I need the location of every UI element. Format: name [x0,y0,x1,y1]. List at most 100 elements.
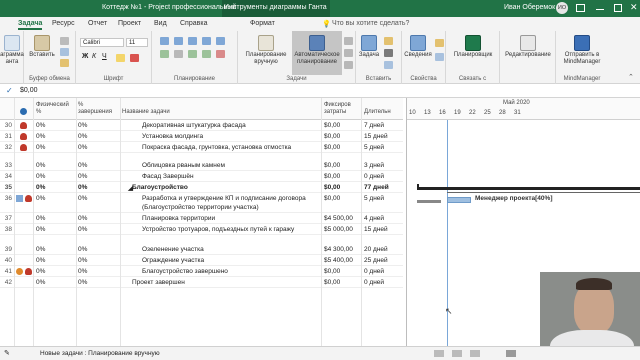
table-row[interactable]: 39 0% 0% Озеленение участка $4 300,00 20 дней [0,244,403,255]
table-row[interactable]: 38 0% 0% Устройство тротуаров, подъездных п… [0,224,403,235]
task-name-cell[interactable]: Озеленение участка [142,246,204,253]
duration-cell[interactable]: 0 дней [364,268,384,275]
table-row[interactable]: 36 0% 0% Разработка и утверждение КП и подп… [0,193,403,213]
task-name-cell[interactable]: Ограждение участка [142,257,204,264]
status-mode[interactable]: Новые задачи : Планирование вручную [40,350,160,357]
physical-complete-cell[interactable]: 0% [36,122,45,129]
task-insert-button[interactable]: Задача [358,35,380,59]
font-name-select[interactable]: Calibri [80,38,124,47]
info-button[interactable]: Сведения [404,35,432,59]
duration-cell[interactable]: 3 дней [364,162,384,169]
task-name-cell[interactable]: Благоустройство завершено [142,268,228,275]
tab-project[interactable]: Проект [118,20,141,27]
fixed-cost-cell[interactable]: $0,00 [324,162,340,169]
row-number[interactable]: 34 [0,173,12,180]
maximize-icon[interactable] [614,4,622,12]
row-number[interactable]: 41 [0,268,12,275]
col-name[interactable]: Название задачи [122,109,170,116]
check-icon[interactable]: ✓ [6,86,13,95]
auto-schedule-button[interactable]: Автоматическое планирование [292,31,342,75]
avatar[interactable]: ИО [556,2,568,14]
physical-complete-cell[interactable]: 0% [36,279,45,286]
fixed-cost-cell[interactable]: $0,00 [324,279,340,286]
fixed-cost-cell[interactable]: $4 300,00 [324,246,353,253]
duration-cell[interactable]: 15 дней [364,226,388,233]
percent-complete-cell[interactable]: 0% [78,162,87,169]
task-name-cell[interactable]: Устройство тротуаров, подъездных путей к… [142,226,294,233]
table-row[interactable]: 40 0% 0% Ограждение участка $5 400,00 25 дней [0,255,403,266]
table-row[interactable]: 41 0% 0% Благоустройство завершено $0,00 0 дн… [0,266,403,277]
previous-task-bar[interactable] [417,200,441,203]
physical-complete-cell[interactable]: 0% [36,144,45,151]
task-name-cell[interactable]: Проект завершен [132,279,185,286]
entry-value[interactable]: $0,00 [20,87,38,94]
view-gantt-icon[interactable] [434,350,444,357]
tab-resource[interactable]: Ресурс [52,20,75,27]
duration-cell[interactable]: 77 дней [364,184,389,191]
italic-icon[interactable]: К [92,53,96,60]
task-name-cell[interactable]: Установка молдинга [142,133,203,140]
physical-complete-cell[interactable]: 0% [36,226,45,233]
highlight-icon[interactable] [116,54,125,62]
percent-25-icon[interactable] [174,37,183,45]
table-row[interactable]: 30 0% 0% Декоративная штукатурка фасада $0,0… [0,120,403,131]
task-name-cell[interactable]: Декоративная штукатурка фасада [142,122,246,129]
row-number[interactable]: 31 [0,133,12,140]
row-number[interactable]: 37 [0,215,12,222]
task-bar-36[interactable] [447,197,471,203]
physical-complete-cell[interactable]: 0% [36,195,45,202]
timeline-icon[interactable] [435,53,444,61]
duration-cell[interactable]: 25 дней [364,257,388,264]
row-number[interactable]: 30 [0,122,12,129]
move-icon[interactable] [344,49,353,57]
copy-icon[interactable] [60,48,69,56]
fixed-cost-cell[interactable]: $0,00 [324,144,340,151]
percent-complete-cell[interactable]: 0% [78,184,87,191]
row-number[interactable]: 36 [0,195,12,202]
fixed-cost-cell[interactable]: $0,00 [324,173,340,180]
summary-icon[interactable] [384,37,393,45]
fixed-cost-cell[interactable]: $4 500,00 [324,215,353,222]
send-mindmanager-button[interactable]: Отправить в MindManager [558,35,606,66]
inactivate-icon[interactable] [216,50,225,58]
tell-me-box[interactable]: Что вы хотите сделать? [332,20,409,27]
view-reports-icon[interactable] [506,350,516,357]
font-color-icon[interactable] [130,54,139,62]
duration-cell[interactable]: 15 дней [364,133,388,140]
table-row[interactable]: 32 0% 0% Покраска фасада, грунтовка, устано… [0,142,403,153]
percent-100-icon[interactable] [216,37,225,45]
task-name-cell[interactable]: Благоустройство [132,184,188,191]
minimize-icon[interactable] [596,9,604,10]
fixed-cost-cell[interactable]: $0,00 [324,184,340,191]
fixed-cost-cell[interactable]: $5 000,00 [324,226,353,233]
fixed-cost-cell[interactable]: $0,00 [324,268,340,275]
table-row[interactable]: 35 0% 0% ◢ Благоустройство $0,00 77 дней [0,182,403,193]
table-row[interactable]: 31 0% 0% Установка молдинга $0,00 15 дней [0,131,403,142]
task-name-cell[interactable]: Облицовка рваным камнем [142,162,225,169]
percent-complete-cell[interactable]: 0% [78,246,87,253]
percent-complete-cell[interactable]: 0% [78,215,87,222]
row-number[interactable]: 32 [0,144,12,151]
summary-bar[interactable] [417,187,640,190]
row-number[interactable]: 35 [0,184,12,191]
format-painter-icon[interactable] [60,59,69,67]
tab-format[interactable]: Формат [250,20,275,27]
duration-cell[interactable]: 20 дней [364,246,388,253]
ribbon-display-icon[interactable] [576,4,585,12]
font-size-select[interactable]: 11 [126,38,148,47]
col-fixed-costs[interactable]: Фиксиров затраты [324,102,351,116]
row-number[interactable]: 42 [0,279,12,286]
tab-help[interactable]: Справка [180,20,207,27]
physical-complete-cell[interactable]: 0% [36,246,45,253]
task-name-cell[interactable]: Планировка территории [142,215,215,222]
row-number[interactable]: 33 [0,162,12,169]
percent-complete-cell[interactable]: 0% [78,257,87,264]
percent-complete-cell[interactable]: 0% [78,226,87,233]
percent-complete-cell[interactable]: 0% [78,268,87,275]
table-row[interactable]: 37 0% 0% Планировка территории $4 500,00 4 дн… [0,213,403,224]
col-physical[interactable]: Физический % [36,102,69,116]
indent-icon[interactable] [202,50,211,58]
duration-cell[interactable]: 7 дней [364,122,384,129]
fixed-cost-cell[interactable]: $0,00 [324,122,340,129]
percent-50-icon[interactable] [188,37,197,45]
